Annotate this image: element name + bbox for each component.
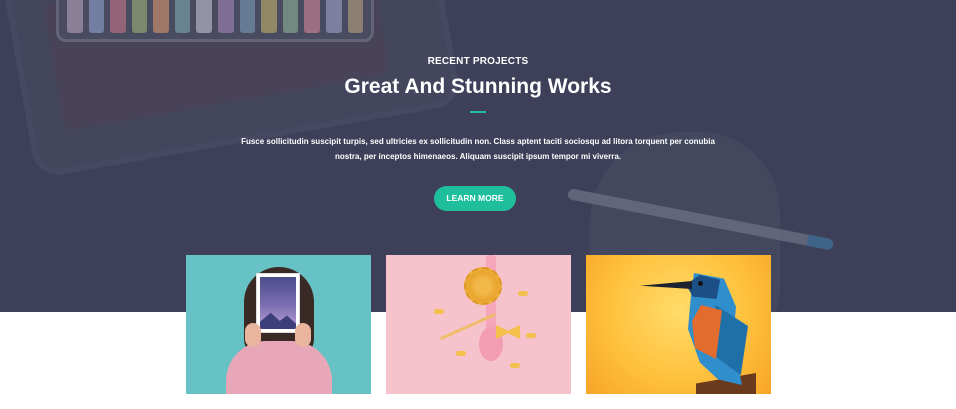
magazine-image [256, 273, 300, 333]
section-title: Great And Stunning Works [344, 75, 612, 98]
pasta-image [464, 267, 502, 305]
learn-more-button[interactable]: LEARN MORE [434, 186, 516, 211]
project-card-woman-magazine[interactable] [186, 255, 371, 394]
background-paint-palette-image [56, 0, 374, 42]
title-divider [470, 111, 486, 113]
project-card-kingfisher[interactable] [586, 255, 771, 394]
section-eyebrow: RECENT PROJECTS [427, 56, 529, 67]
section-description: Fusce sollicitudin suscipit turpis, sed … [241, 137, 715, 161]
project-card-pasta[interactable] [386, 255, 571, 394]
